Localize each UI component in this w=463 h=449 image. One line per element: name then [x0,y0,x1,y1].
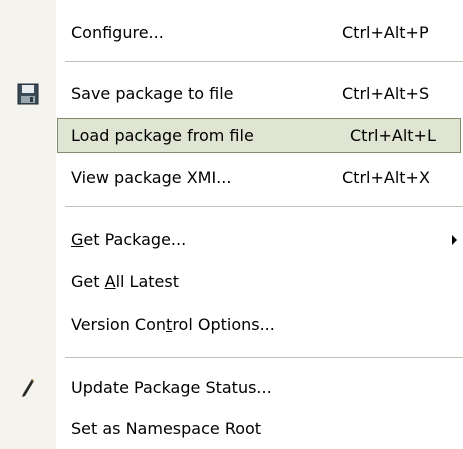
menu-item-configure[interactable]: Configure... Ctrl+Alt+P [0,14,463,51]
menu-item-shortcut: Ctrl+Alt+X [342,168,430,187]
menu-item-shortcut: Ctrl+Alt+S [342,84,430,103]
menu-item-label: Configure... [71,23,164,42]
menu-item-view-xmi[interactable]: View package XMI... Ctrl+Alt+X [0,159,463,196]
menu-item-label: Save package to file [71,84,234,103]
menu-item-load-package[interactable]: Load package from file Ctrl+Alt+L [0,117,463,154]
label-part: rol Options... [172,315,275,334]
menu-item-update-package-status[interactable]: Update Package Status... [0,369,463,406]
label-part: Get [71,272,105,291]
label-part: et Package... [83,230,187,249]
menu-separator [65,61,463,62]
label-part: ll Latest [115,272,179,291]
mnemonic-letter: G [71,230,84,249]
menu-item-shortcut: Ctrl+Alt+P [342,23,429,42]
floppy-disk-icon [17,83,39,105]
menu-item-label: Get Package... [71,221,186,258]
context-menu: Configure... Ctrl+Alt+P Save package to … [0,0,463,449]
menu-item-label: View package XMI... [71,168,232,187]
menu-item-save-package[interactable]: Save package to file Ctrl+Alt+S [0,75,463,112]
label-part: Version Con [71,315,167,334]
menu-item-version-control-options[interactable]: Version Control Options... [0,306,463,343]
menu-separator [65,357,463,358]
menu-item-label: Load package from file [71,126,254,145]
menu-item-label: Update Package Status... [71,378,272,397]
menu-item-set-namespace-root[interactable]: Set as Namespace Root [0,410,463,447]
menu-item-get-all-latest[interactable]: Get All Latest [0,263,463,300]
menu-item-label: Get All Latest [71,263,179,300]
menu-item-label: Set as Namespace Root [71,419,262,438]
menu-item-shortcut: Ctrl+Alt+L [350,126,436,145]
pen-icon [17,377,39,399]
mnemonic-letter: A [104,272,116,291]
menu-separator [65,206,463,207]
submenu-arrow-icon [452,235,457,245]
menu-item-get-package[interactable]: Get Package... [0,221,463,258]
menu-item-label: Version Control Options... [71,306,275,343]
